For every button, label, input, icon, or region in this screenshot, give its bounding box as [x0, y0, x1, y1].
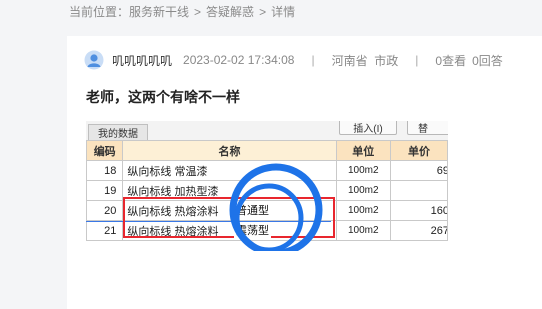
breadcrumb: 当前位置：服务新干线 > 答疑解惑 > 详情 [69, 3, 295, 20]
meta-divider: | [311, 53, 315, 67]
breadcrumb-separator: > [194, 5, 202, 19]
province: 河南省 [331, 53, 368, 68]
view-count: 0查看 [435, 53, 467, 68]
breadcrumb-current: 详情 [271, 5, 296, 19]
post-stats: 0查看 0回答 [435, 52, 502, 69]
attached-screenshot[interactable]: 我的数据 插入(I) 替 编码 名称 单位 单价 18 纵向标线 常温漆 100… [86, 121, 448, 251]
avatar-icon [84, 50, 104, 70]
breadcrumb-link-home[interactable]: 服务新干线 [129, 5, 189, 19]
post-time: 2023-02-02 17:34:08 [183, 53, 295, 67]
question-card: 叽叽叽叽叽 2023-02-02 17:34:08 | 河南省 市政 | 0查看… [67, 36, 542, 309]
annotation-circles [229, 163, 323, 251]
breadcrumb-prefix: 当前位置： [69, 5, 130, 19]
post-meta: 叽叽叽叽叽 2023-02-02 17:34:08 | 河南省 市政 | 0查看… [84, 50, 503, 70]
breadcrumb-link-faq[interactable]: 答疑解惑 [206, 5, 254, 19]
annotation-circle-inner [234, 183, 304, 251]
author-name[interactable]: 叽叽叽叽叽 [112, 52, 172, 69]
meta-divider: | [415, 53, 419, 67]
breadcrumb-separator: > [259, 5, 267, 19]
question-title: 老师，这两个有啥不一样 [86, 89, 240, 105]
category: 市政 [374, 53, 399, 68]
answer-count: 0回答 [472, 53, 503, 68]
post-location: 河南省 市政 [332, 52, 399, 69]
